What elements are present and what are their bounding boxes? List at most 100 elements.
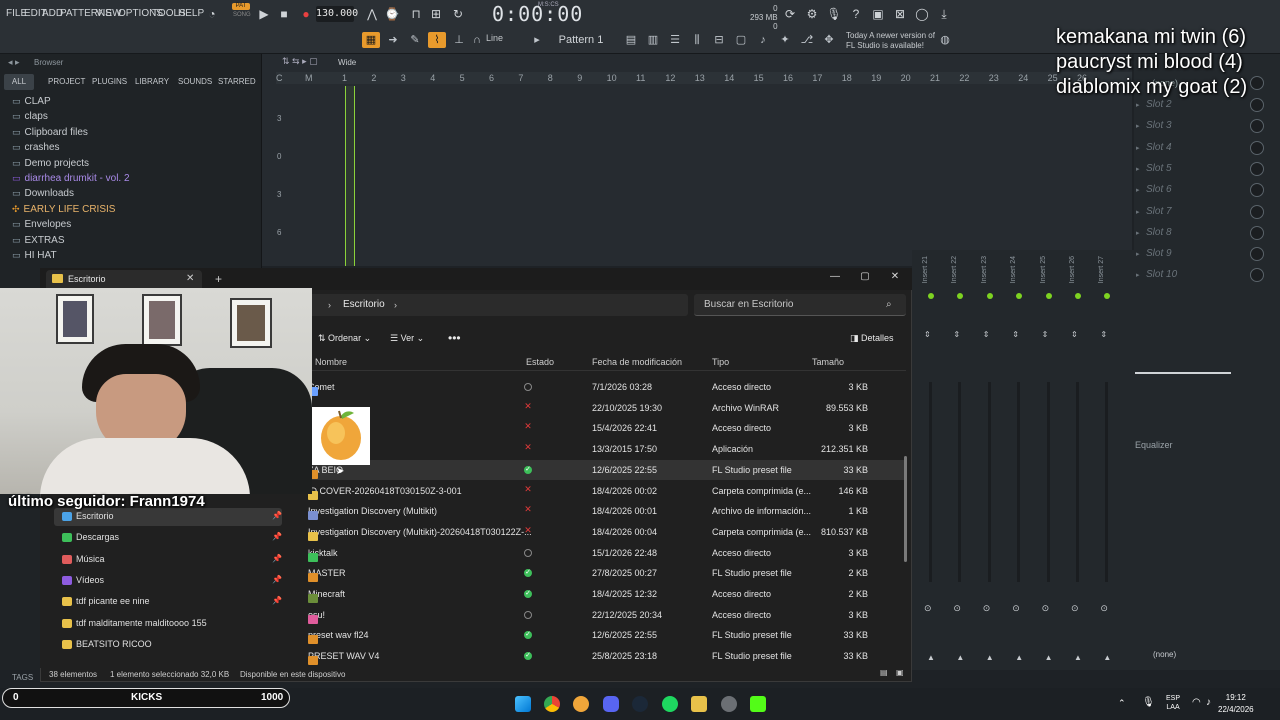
send-arrow-icon[interactable]: ▲	[986, 653, 994, 662]
kick-icon[interactable]	[750, 696, 766, 712]
column-header[interactable]: Tamaño	[812, 357, 844, 367]
file-row[interactable]: Freddy's 2✕13/3/2015 17:50Aplicación212.…	[306, 439, 906, 459]
bar-number[interactable]: 11	[636, 73, 645, 83]
browser-folder[interactable]: ▭ EXTRAS	[12, 235, 65, 246]
volume-fader[interactable]	[1017, 382, 1021, 582]
nav-item[interactable]: Descargas	[76, 532, 119, 542]
mic-tray-icon[interactable]: 🎙	[1142, 697, 1155, 708]
steam-icon[interactable]	[632, 696, 648, 712]
slot-expand-icon[interactable]: ▸	[1136, 101, 1140, 109]
bar-number[interactable]: 15	[754, 73, 764, 83]
volume-fader[interactable]	[1105, 382, 1109, 582]
pin-icon[interactable]: 📌	[272, 596, 282, 605]
insert-label[interactable]: Insert 26	[1069, 256, 1076, 283]
file-row[interactable]: ✕ 15/4/2026 22:41 Acceso directo 3 KB	[306, 418, 906, 438]
insert-label[interactable]: Insert 22	[951, 256, 958, 283]
route-icon[interactable]: ⊙	[924, 603, 932, 614]
insert-mute-led[interactable]	[986, 293, 993, 299]
nav-item[interactable]: tdf malditamente malditoooo 155	[76, 618, 207, 628]
volume-fader[interactable]	[1076, 382, 1079, 582]
volume-fader[interactable]	[929, 382, 932, 582]
slot-expand-icon[interactable]: ▸	[1136, 208, 1140, 216]
file-row[interactable]: preset wav fl24 ✓ 12/6/2025 22:55 FL Studio…	[306, 625, 906, 645]
metronome-icon[interactable]: ⋀	[364, 6, 380, 22]
browser-menu-icon[interactable]: ◂ ▸	[8, 57, 20, 68]
playlist-icon[interactable]: ▤	[622, 32, 640, 48]
more-options-icon[interactable]: •••	[448, 331, 461, 345]
column-header[interactable]: Tipo	[712, 357, 729, 367]
pin-icon[interactable]: 📌	[272, 532, 282, 541]
view-button[interactable]: ☰ Ver ⌄	[390, 333, 424, 344]
playlist-tools-icon[interactable]: ⇅ ⇆ ▸ ▢	[282, 56, 318, 67]
bar-number[interactable]: 20	[901, 73, 911, 83]
browser-folder[interactable]: ▭ Demo projects	[12, 158, 89, 169]
effect-slot[interactable]: Slot 9	[1146, 248, 1172, 259]
insert-label[interactable]: Insert 25	[1040, 256, 1047, 283]
maximize-icon[interactable]: ▢	[850, 268, 880, 286]
bar-number[interactable]: 4	[430, 73, 435, 83]
wait-icon[interactable]: ⌚	[384, 6, 400, 22]
send-arrow-icon[interactable]: ▲	[927, 653, 935, 662]
bar-number[interactable]: 16	[783, 73, 793, 83]
news-panel[interactable]: Today A newer version of FL Studio is av…	[846, 31, 935, 51]
tab-close-icon[interactable]: ✕	[186, 273, 194, 284]
browser-tab-plugins[interactable]: PLUGINS	[92, 74, 127, 90]
effect-slot[interactable]: Slot 7	[1146, 206, 1172, 217]
effect-slot[interactable]: Slot 3	[1146, 120, 1172, 131]
slot-expand-icon[interactable]: ▸	[1136, 122, 1140, 130]
stamp-icon[interactable]: ⊥	[450, 32, 468, 48]
language-indicator[interactable]: ESP LAA	[1166, 694, 1180, 712]
details-button[interactable]: ◨ Detalles	[850, 333, 894, 344]
chrome-icon[interactable]	[544, 696, 560, 712]
pan-icon[interactable]: ⇕	[1012, 330, 1019, 339]
insert-label[interactable]: Insert 24	[1010, 256, 1017, 283]
playlist-area[interactable]	[262, 54, 1132, 266]
bar-number[interactable]: 7	[518, 73, 523, 83]
download-icon[interactable]: ⤓	[936, 6, 952, 22]
column-header[interactable]: Estado	[526, 357, 554, 367]
pan-icon[interactable]: ⇕	[953, 330, 960, 339]
bar-number[interactable]: 23	[989, 73, 999, 83]
route-icon[interactable]: ⊙	[953, 603, 961, 614]
route-icon[interactable]: ⊙	[1100, 603, 1108, 614]
slot-mix-knob[interactable]	[1250, 247, 1264, 262]
browser-folder[interactable]: ✣ EARLY LIFE CRISIS	[12, 204, 115, 215]
record-button[interactable]: ●	[298, 6, 314, 22]
slot-expand-icon[interactable]: ▸	[1136, 229, 1140, 237]
pin-icon[interactable]: 📌	[272, 575, 282, 584]
bar-number[interactable]: 9	[577, 73, 582, 83]
file-row[interactable]: Investigation Discovery (Multikit)-20260…	[306, 522, 906, 542]
insert-label[interactable]: Insert 23	[981, 256, 988, 283]
spotify-icon[interactable]	[662, 696, 678, 712]
bar-number[interactable]: 3	[401, 73, 406, 83]
slot-mix-knob[interactable]	[1250, 204, 1264, 219]
browser-folder[interactable]: ▭ Downloads	[12, 188, 74, 199]
scrollbar[interactable]	[904, 456, 907, 562]
playlist-snap-icon[interactable]: ▦	[362, 32, 380, 48]
tile-view-icon[interactable]: ▣	[896, 668, 904, 677]
piano-roll-icon[interactable]: ▥	[644, 32, 662, 48]
nav-item[interactable]: Vídeos	[76, 575, 104, 585]
column-header[interactable]: Nombre	[315, 357, 347, 367]
link-icon[interactable]: ⌇	[428, 32, 446, 48]
slot-mix-knob[interactable]	[1250, 98, 1264, 112]
bar-number[interactable]: 6	[489, 73, 494, 83]
slot-expand-icon[interactable]: ▸	[1136, 250, 1140, 258]
browser-tab-project[interactable]: PROJECT	[48, 74, 85, 90]
nav-item[interactable]: BEATSITO RICOO	[76, 639, 152, 649]
bar-number[interactable]: 18	[842, 73, 852, 83]
route-icon[interactable]: ⊙	[1071, 603, 1079, 614]
file-row[interactable]: Minecraft ✓ 18/4/2025 12:32 Acceso directo 2…	[306, 584, 906, 604]
column-header[interactable]: Fecha de modificación	[592, 357, 682, 367]
tempo-display[interactable]: 130.000	[316, 6, 358, 22]
bar-number[interactable]: 10	[607, 73, 617, 83]
file-row[interactable]: osu! 22/12/2025 20:34 Acceso directo 3 KB	[306, 605, 906, 625]
pan-icon[interactable]: ⇕	[983, 330, 990, 339]
pin-icon[interactable]: 📌	[272, 554, 282, 563]
stop-button[interactable]: ■	[276, 6, 292, 22]
insert-label[interactable]: Insert 27	[1098, 256, 1105, 283]
bar-number[interactable]: 24	[1018, 73, 1028, 83]
settings-icon[interactable]	[721, 696, 737, 712]
chat-icon[interactable]: ◯	[914, 6, 930, 22]
plugin-db-icon[interactable]: ♪	[754, 32, 772, 48]
